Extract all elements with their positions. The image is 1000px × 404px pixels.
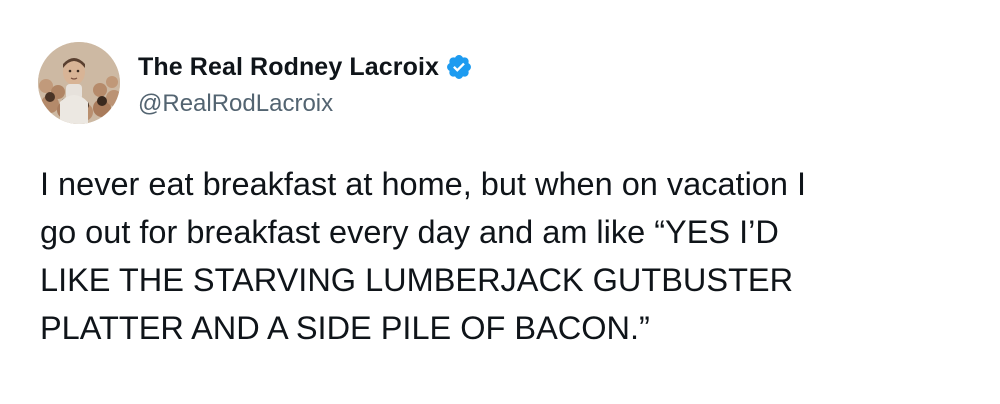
avatar[interactable]	[38, 42, 120, 124]
tweet-text: I never eat breakfast at home, but when …	[40, 166, 807, 346]
name-row: The Real Rodney Lacroix	[138, 48, 473, 86]
tweet-header: The Real Rodney Lacroix @RealRodLacroix	[38, 42, 473, 124]
user-handle[interactable]: @RealRodLacroix	[138, 90, 473, 118]
verified-badge-icon	[445, 53, 473, 81]
profile-photo-icon	[38, 42, 120, 124]
display-name[interactable]: The Real Rodney Lacroix	[138, 53, 439, 82]
author-identity: The Real Rodney Lacroix @RealRodLacroix	[138, 48, 473, 118]
tweet-card: The Real Rodney Lacroix @RealRodLacroix …	[0, 0, 1000, 404]
